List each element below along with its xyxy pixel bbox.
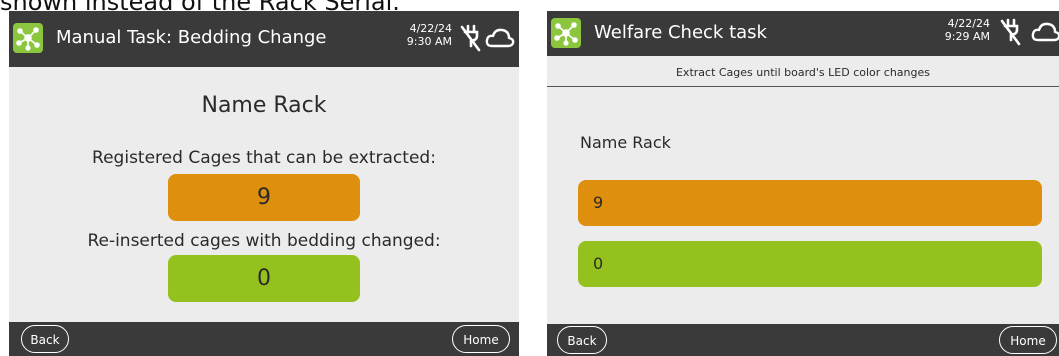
rack-name: Name Rack: [201, 93, 327, 118]
time-text: 9:29 AM: [944, 30, 990, 43]
top-bar: Welfare Check task 4/22/24 9:29 AM: [547, 11, 1059, 56]
reinserted-cages-value: 0: [257, 266, 271, 291]
back-button[interactable]: Back: [557, 326, 607, 354]
network-nodes-icon[interactable]: [551, 18, 581, 48]
date-time: 4/22/24 9:29 AM: [930, 17, 990, 43]
bottom-bar: Back Home: [547, 324, 1059, 356]
registered-cages-value: 9: [257, 185, 271, 210]
rack-name: Name Rack: [580, 133, 671, 152]
home-button[interactable]: Home: [999, 326, 1057, 354]
date-text: 4/22/24: [947, 17, 990, 30]
reinserted-cages-count: 0: [578, 241, 1042, 287]
home-button[interactable]: Home: [452, 325, 510, 353]
date-text: 4/22/24: [409, 22, 452, 35]
screen-title: Welfare Check task: [594, 22, 767, 43]
reinserted-cages-count: 0: [168, 255, 360, 302]
registered-cages-count: 9: [168, 174, 360, 221]
extracted-cages-count: 9: [578, 180, 1042, 226]
reinserted-cages-label: Re-inserted cages with bedding changed:: [87, 231, 441, 251]
registered-cages-label: Registered Cages that can be extracted:: [92, 148, 436, 168]
back-button[interactable]: Back: [21, 325, 69, 353]
screen-title: Manual Task: Bedding Change: [56, 27, 327, 48]
cloud-icon: [1031, 20, 1059, 44]
unplugged-icon: [999, 18, 1023, 46]
divider: [547, 86, 1059, 87]
bottom-bar: Back Home: [9, 322, 519, 356]
top-bar: Manual Task: Bedding Change 4/22/24 9:30…: [9, 11, 519, 67]
extracted-cages-value: 9: [593, 193, 604, 212]
welfare-check-screen: Welfare Check task 4/22/24 9:29 AM Extra…: [547, 11, 1059, 356]
network-nodes-icon[interactable]: [13, 23, 43, 53]
unplugged-icon: [459, 24, 483, 52]
date-time: 4/22/24 9:30 AM: [392, 22, 452, 48]
reinserted-cages-value: 0: [593, 254, 604, 273]
bedding-change-screen: Manual Task: Bedding Change 4/22/24 9:30…: [9, 11, 519, 356]
time-text: 9:30 AM: [406, 35, 452, 48]
cloud-icon: [485, 26, 515, 50]
instruction-text: Extract Cages until board's LED color ch…: [675, 66, 930, 79]
